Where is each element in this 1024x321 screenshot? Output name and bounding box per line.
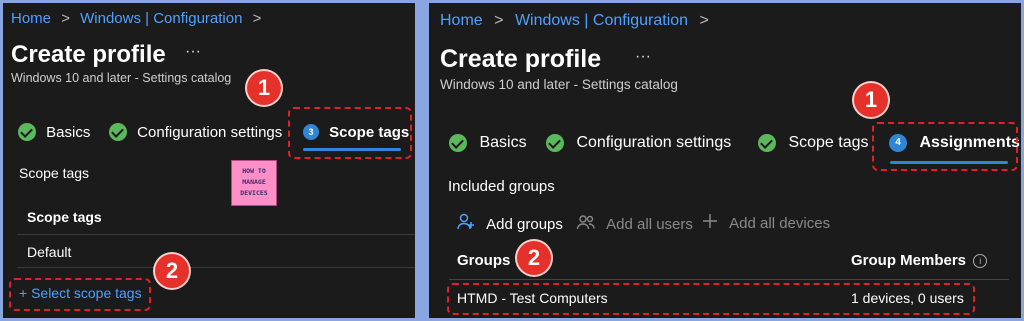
breadcrumb-home[interactable]: Home	[440, 12, 483, 29]
breadcrumb-separator: >	[699, 12, 709, 29]
step-configuration-settings[interactable]: Configuration settings	[109, 123, 283, 142]
section-label: Included groups	[448, 178, 555, 195]
annotation-box	[9, 278, 151, 311]
left-panel: Home > Windows | Configuration > Create …	[3, 3, 415, 318]
step-basics[interactable]: Basics	[449, 134, 527, 152]
table-header-scope-tags: Scope tags	[27, 209, 102, 225]
check-icon	[18, 123, 36, 142]
add-all-devices-button[interactable]: Add all devices	[701, 212, 830, 234]
check-icon	[758, 134, 776, 152]
breadcrumb-separator: >	[252, 10, 262, 27]
step-configuration-settings[interactable]: Configuration settings	[546, 134, 731, 152]
more-options-button[interactable]: ···	[185, 43, 201, 61]
breadcrumb: Home > Windows | Configuration >	[440, 12, 709, 30]
step-basics-label: Basics	[479, 134, 527, 151]
step-basics-label: Basics	[46, 123, 91, 141]
page-subtitle: Windows 10 and later - Settings catalog	[11, 71, 232, 85]
add-user-icon	[456, 212, 476, 236]
breadcrumb-home[interactable]: Home	[11, 10, 51, 27]
annotation-box	[288, 107, 412, 159]
table-divider	[449, 279, 1009, 280]
right-panel: Home > Windows | Configuration > Create …	[429, 3, 1021, 318]
check-icon	[449, 134, 467, 152]
step-configuration-settings-label: Configuration settings	[576, 134, 732, 151]
breadcrumb-windows-configuration[interactable]: Windows | Configuration	[515, 12, 688, 29]
table-divider	[17, 234, 415, 235]
table-row: Default	[27, 244, 72, 260]
logo-text-line1: HOW TO	[242, 167, 266, 175]
info-icon[interactable]: i	[973, 254, 988, 269]
table-header-groups: Groups	[457, 252, 511, 269]
breadcrumb-separator: >	[61, 10, 70, 27]
breadcrumb-separator: >	[494, 12, 504, 29]
add-groups-label: Add groups	[486, 215, 563, 233]
add-all-users-label: Add all users	[606, 215, 693, 233]
check-icon	[546, 134, 564, 152]
step-basics[interactable]: Basics	[18, 123, 91, 142]
step-scope-tags[interactable]: Scope tags	[758, 134, 869, 152]
step-configuration-settings-label: Configuration settings	[137, 123, 283, 141]
check-icon	[109, 123, 127, 142]
users-icon	[576, 212, 596, 236]
breadcrumb: Home > Windows | Configuration >	[11, 10, 261, 27]
logo-text-line3: DEVICES	[240, 189, 268, 197]
add-groups-button[interactable]: Add groups	[456, 212, 563, 236]
page-subtitle: Windows 10 and later - Settings catalog	[440, 77, 678, 92]
group-members-header-label: Group Members	[851, 252, 967, 269]
add-all-devices-label: Add all devices	[729, 214, 831, 232]
annotation-box	[872, 122, 1018, 171]
step-scope-tags-label: Scope tags	[788, 134, 869, 151]
breadcrumb-windows-configuration[interactable]: Windows | Configuration	[80, 10, 242, 27]
section-label: Scope tags	[19, 165, 90, 181]
page-title: Create profile	[11, 41, 166, 68]
logo-text-line2: MANAGE	[242, 178, 266, 186]
table-header-group-members: Group Members i	[851, 252, 988, 269]
add-all-users-button[interactable]: Add all users	[576, 212, 693, 236]
annotation-box	[447, 283, 975, 315]
table-divider	[17, 267, 415, 268]
annotation-badge-2: 2	[155, 254, 189, 288]
annotation-badge-2: 2	[517, 241, 551, 275]
page-title: Create profile	[440, 45, 602, 73]
annotation-badge-1: 1	[854, 83, 888, 117]
annotation-badge-1: 1	[247, 71, 281, 105]
how-to-manage-devices-logo: HOW TO MANAGE DEVICES	[231, 160, 277, 206]
more-options-button[interactable]: ···	[635, 48, 651, 66]
plus-icon	[701, 212, 719, 234]
